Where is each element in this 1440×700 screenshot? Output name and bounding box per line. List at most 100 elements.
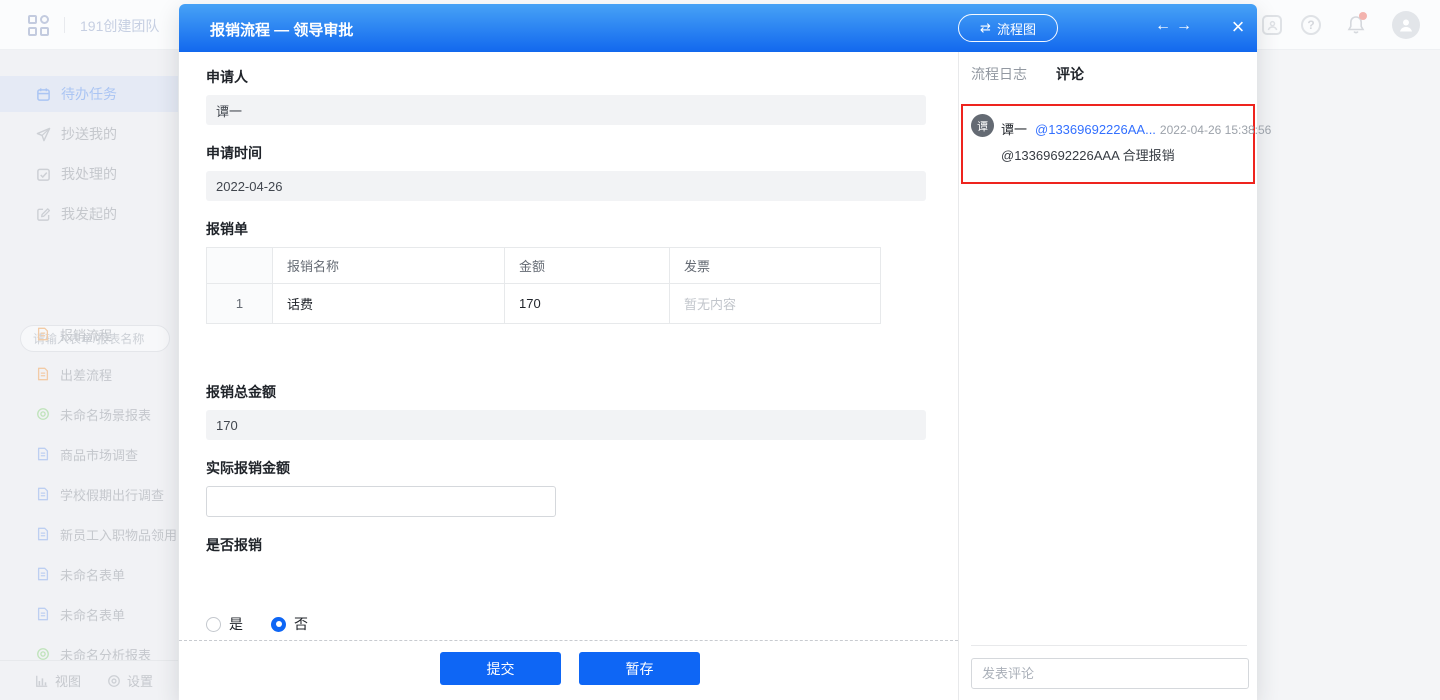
reimburse-radio-group: 是 否: [206, 614, 308, 634]
sidebar-form-item[interactable]: 新员工入职物品领用: [0, 514, 178, 554]
sidebar-item-label: 未命名表单: [60, 565, 125, 584]
target-icon: [36, 647, 50, 661]
help-icon[interactable]: ?: [1301, 15, 1321, 35]
paper-plane-icon: [36, 127, 51, 142]
sidebar-item-initiated[interactable]: 我发起的: [0, 196, 178, 232]
gear-icon: [107, 674, 121, 688]
reimburse-yesno-label: 是否报销: [206, 535, 262, 555]
radio-yes-label: 是: [229, 614, 243, 634]
radio-option-yes[interactable]: 是: [206, 614, 243, 634]
file-icon: [36, 327, 50, 341]
sidebar-item-label: 学校假期出行调查: [60, 485, 164, 504]
bill-table-header-row: 报销名称 金额 发票: [207, 248, 881, 284]
sidebar-item-label: 抄送我的: [61, 124, 117, 144]
next-task-arrow-icon[interactable]: →: [1176, 17, 1192, 35]
header-divider: [64, 17, 65, 33]
radio-no-label: 否: [294, 614, 308, 634]
sidebar-item-label: 新员工入职物品领用: [60, 525, 177, 544]
save-draft-button[interactable]: 暂存: [579, 652, 700, 685]
tab-comments[interactable]: 评论: [1056, 64, 1084, 84]
comment-author: 谭一: [1001, 119, 1027, 138]
applicant-field: 谭一: [206, 95, 926, 125]
comment-mention-link[interactable]: @13369692226AA...: [1035, 122, 1156, 137]
sidebar-form-item[interactable]: 商品市场调查: [0, 434, 178, 474]
bill-cell-invoice: 暂无内容: [670, 284, 881, 324]
sidebar-item-label: 商品市场调查: [60, 445, 138, 464]
comment-timestamp: 2022-04-26 15:38:56: [1160, 123, 1271, 137]
actual-amount-label: 实际报销金额: [206, 458, 290, 478]
radio-option-no[interactable]: 否: [271, 614, 308, 634]
apply-date-field: 2022-04-26: [206, 171, 926, 201]
sidebar-item-todo[interactable]: 待办任务: [0, 76, 178, 112]
bill-cell-index: 1: [207, 284, 273, 324]
close-icon[interactable]: ×: [1223, 12, 1253, 42]
user-avatar[interactable]: [1392, 11, 1420, 39]
sidebar-item-processed[interactable]: 我处理的: [0, 156, 178, 192]
app-grid-logo-icon[interactable]: [28, 15, 49, 36]
sidebar: 待办任务 抄送我的 我处理的 我发起的 报销流程 出差流程 未命名场景报表 商品…: [0, 50, 178, 700]
prev-task-arrow-icon[interactable]: ←: [1155, 17, 1171, 35]
sidebar-item-label: 我处理的: [61, 164, 117, 184]
sidebar-report-item[interactable]: 未命名场景报表: [0, 394, 178, 434]
footer-dashed-divider: [179, 640, 958, 641]
edit-icon: [36, 207, 51, 222]
bill-col-name: 报销名称: [273, 248, 505, 284]
highlight-red-box: [961, 104, 1255, 184]
comment-input[interactable]: [971, 658, 1249, 689]
submit-button[interactable]: 提交: [440, 652, 561, 685]
sidebar-item-label: 报销流程: [60, 325, 112, 344]
dialog-title: 报销流程 — 领导审批: [210, 19, 353, 40]
comment-meta-row: 谭一 @13369692226AA... 2022-04-26 15:38:56: [1001, 119, 1251, 138]
total-amount-field: 170: [206, 410, 926, 440]
sidebar-item-label: 未命名表单: [60, 605, 125, 624]
radio-unchecked-icon: [206, 617, 221, 632]
file-icon: [36, 447, 50, 461]
notification-badge: [1359, 12, 1367, 20]
sidebar-form-item[interactable]: 报销流程: [0, 314, 178, 354]
view-label: 视图: [55, 671, 81, 690]
sidebar-footer: 视图 设置: [0, 660, 178, 700]
comment-input-divider: [971, 645, 1247, 646]
file-icon: [36, 487, 50, 501]
file-icon: [36, 567, 50, 581]
settings-label: 设置: [127, 671, 153, 690]
bill-table-row: 1 话费 170 暂无内容: [207, 284, 881, 324]
flowchart-button-label: 流程图: [997, 19, 1036, 38]
bill-cell-amount: 170: [505, 284, 670, 324]
sidebar-form-item[interactable]: 出差流程: [0, 354, 178, 394]
file-icon: [36, 607, 50, 621]
target-icon: [36, 407, 50, 421]
total-amount-label: 报销总金额: [206, 382, 276, 402]
sidebar-form-item[interactable]: 未命名表单: [0, 554, 178, 594]
view-switcher[interactable]: 视图: [35, 671, 81, 690]
bill-cell-name: 话费: [273, 284, 505, 324]
sidebar-item-label: 我发起的: [61, 204, 117, 224]
dialog-header: 报销流程 — 领导审批 ⇄ 流程图 ← → ×: [179, 4, 1257, 52]
bill-col-invoice: 发票: [670, 248, 881, 284]
bill-col-index: [207, 248, 273, 284]
tab-process-log[interactable]: 流程日志: [971, 64, 1027, 84]
flow-icon: ⇄: [980, 20, 991, 36]
sidebar-form-item[interactable]: 学校假期出行调查: [0, 474, 178, 514]
form-panel: 申请人 谭一 申请时间 2022-04-26 报销单 报销名称 金额 发票 1 …: [179, 52, 958, 700]
bill-table: 报销名称 金额 发票 1 话费 170 暂无内容: [206, 247, 881, 324]
comment-panel: 流程日志 评论 谭 谭一 @13369692226AA... 2022-04-2…: [958, 52, 1257, 700]
comment-avatar: 谭: [971, 114, 994, 137]
calendar-icon: [36, 87, 51, 102]
calendar-check-icon: [36, 167, 51, 182]
sidebar-item-cc[interactable]: 抄送我的: [0, 116, 178, 152]
approval-dialog: 报销流程 — 领导审批 ⇄ 流程图 ← → × 申请人 谭一 申请时间 2022…: [179, 4, 1257, 700]
actual-amount-input[interactable]: [206, 486, 556, 517]
sidebar-item-label: 待办任务: [61, 84, 117, 104]
flowchart-button[interactable]: ⇄ 流程图: [958, 14, 1058, 42]
team-name: 191创建团队: [80, 16, 159, 36]
apply-date-label: 申请时间: [206, 143, 262, 163]
sidebar-item-label: 未命名场景报表: [60, 405, 151, 424]
bill-table-label: 报销单: [206, 219, 248, 239]
file-icon: [36, 527, 50, 541]
help-glyph: ?: [1307, 18, 1314, 32]
contacts-icon[interactable]: [1262, 15, 1282, 35]
applicant-label: 申请人: [206, 67, 248, 87]
settings-button[interactable]: 设置: [107, 671, 153, 690]
sidebar-form-item[interactable]: 未命名表单: [0, 594, 178, 634]
